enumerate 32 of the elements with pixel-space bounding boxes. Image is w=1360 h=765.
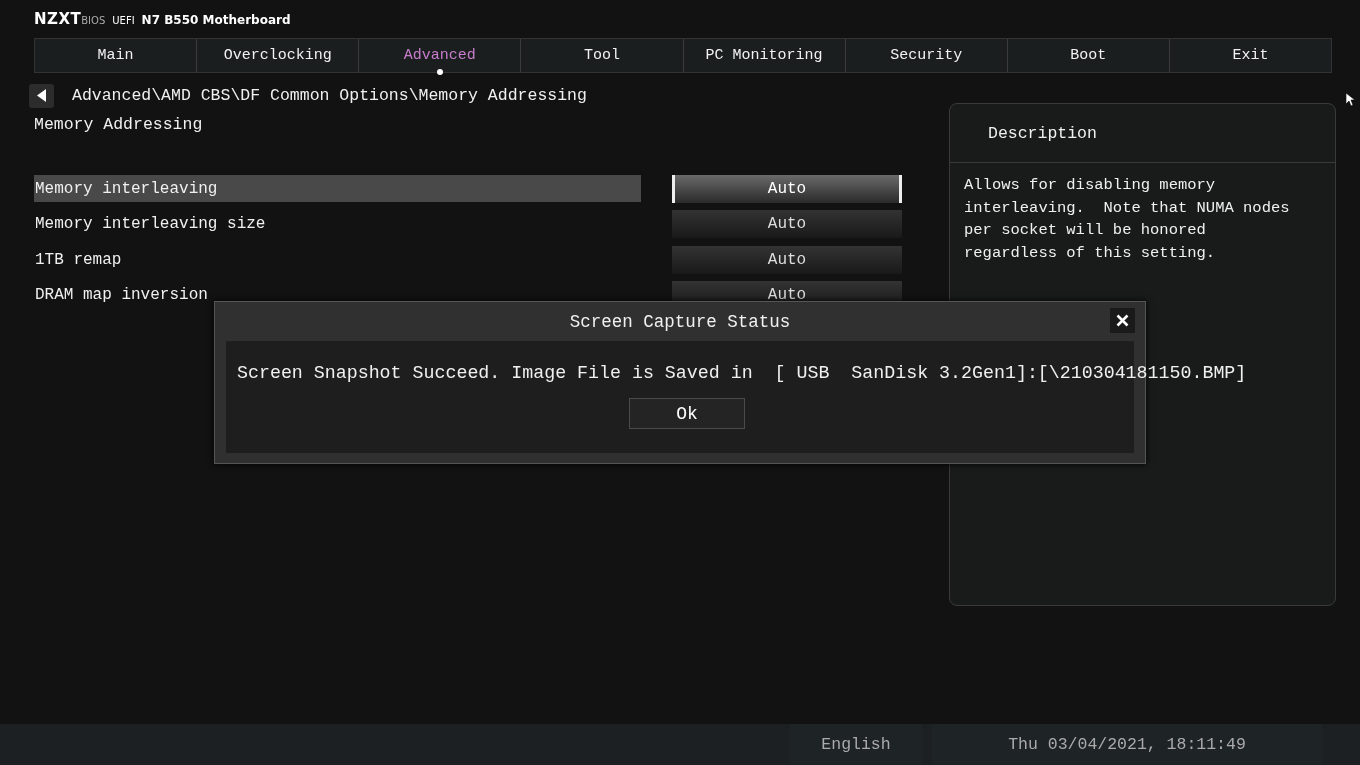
menu-tab[interactable]: Advanced	[359, 39, 522, 72]
setting-value-button[interactable]: Auto	[672, 245, 902, 274]
language-selector[interactable]: English	[790, 724, 922, 765]
menu-tab[interactable]: Security	[845, 39, 1008, 72]
dialog-message: Screen Snapshot Succeed. Image File is Saved in [ USB SanDisk 3.2Gen1]:[\210304181150.BMP]	[237, 363, 1247, 383]
ok-button[interactable]: Ok	[629, 398, 745, 429]
menu-tab[interactable]: PC Monitoring	[683, 39, 846, 72]
close-icon	[1116, 314, 1129, 327]
menu-tab[interactable]: Boot	[1007, 39, 1170, 72]
board-name: N7 B550 Motherboard	[141, 13, 291, 27]
setting-label[interactable]: Memory interleaving	[34, 175, 641, 203]
dialog-title: Screen Capture Status	[569, 311, 791, 332]
setting-value-button[interactable]: Auto	[672, 174, 902, 203]
page-title: Memory Addressing	[34, 115, 204, 136]
brand-logo: NZXT	[34, 10, 82, 28]
menu-tab[interactable]: Main	[35, 39, 198, 72]
back-arrow-icon	[36, 89, 47, 102]
setting-label[interactable]: 1TB remap	[34, 246, 641, 274]
description-text: Allows for disabling memory interleaving. Note that NUMA nodes per socket will be honored regardless of this setting.	[963, 175, 1291, 264]
breadcrumb-path: Advanced\AMD CBS\DF Common Options\Memory Addressing	[72, 86, 587, 105]
setting-label[interactable]: Memory interleaving size	[34, 210, 641, 238]
description-title: Description	[950, 104, 1335, 163]
setting-value-button[interactable]: Auto	[672, 210, 902, 239]
firmware-label: UEFI	[112, 15, 135, 26]
close-button[interactable]	[1110, 308, 1135, 333]
back-button[interactable]	[29, 83, 54, 108]
cursor-icon	[1346, 93, 1355, 107]
brand-suffix: BIOS	[81, 15, 106, 26]
menu-tab[interactable]: Overclocking	[197, 39, 360, 72]
menu-tab[interactable]: Exit	[1169, 39, 1331, 72]
date-time: Thu 03/04/2021, 18:11:49	[932, 724, 1322, 765]
menu-tab[interactable]: Tool	[521, 39, 684, 72]
